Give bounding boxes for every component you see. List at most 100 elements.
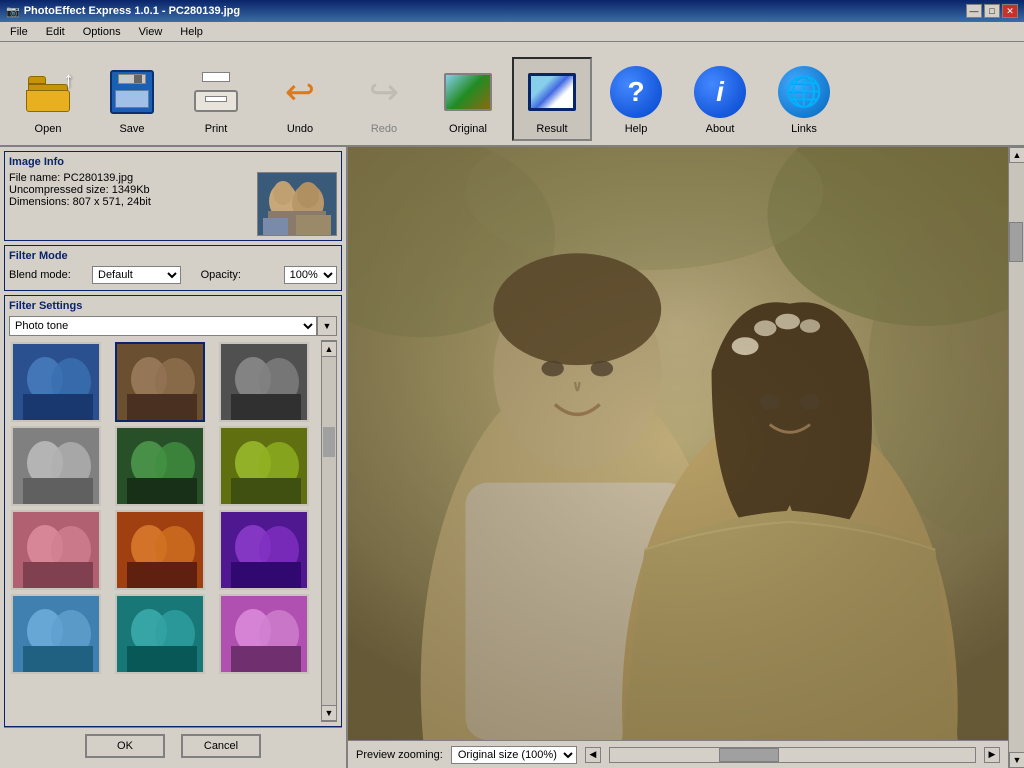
thumbnails-scroll[interactable] (9, 340, 321, 722)
thumb-svg-8 (117, 512, 205, 590)
image-info-content: File name: PC280139.jpg Uncompressed siz… (9, 172, 337, 236)
bottom-buttons: OK Cancel (4, 727, 342, 764)
menubar: File Edit Options View Help (0, 22, 1024, 42)
undo-button[interactable]: ↩ Undo (260, 57, 340, 141)
thumb-svg-6 (221, 428, 309, 506)
thumb-svg-3 (221, 344, 309, 422)
grid-scroll-down[interactable]: ▼ (321, 705, 337, 721)
minimize-button[interactable]: — (966, 4, 982, 18)
left-panel: Image Info File name: PC280139.jpg Uncom… (0, 147, 348, 768)
result-button[interactable]: Result (512, 57, 592, 141)
toolbar: ↑ Open Save Print ↩ Undo (0, 42, 1024, 147)
filter-select-row: Photo tone Color balance Brightness/Cont… (9, 316, 337, 336)
blend-mode-select[interactable]: Default Normal Multiply Screen (92, 266, 181, 284)
image-info-section: Image Info File name: PC280139.jpg Uncom… (4, 151, 342, 241)
thumbnail-10[interactable] (11, 594, 101, 674)
vscroll-up-btn[interactable]: ▲ (1009, 147, 1024, 163)
menu-file[interactable]: File (4, 24, 34, 40)
thumb-svg-9 (221, 512, 309, 590)
thumb-svg-11 (117, 596, 205, 674)
save-button[interactable]: Save (92, 57, 172, 141)
thumb-svg-10 (13, 596, 101, 674)
thumbnails-area: ▲ ▼ (9, 340, 337, 722)
menu-view[interactable]: View (133, 24, 169, 40)
thumbnail-3[interactable] (219, 342, 309, 422)
preview-area: Preview zooming: Original size (100%) 50… (348, 147, 1008, 768)
filter-type-select[interactable]: Photo tone Color balance Brightness/Cont… (9, 316, 317, 336)
window-controls[interactable]: — □ ✕ (966, 4, 1018, 18)
preview-svg (348, 147, 1008, 740)
vscroll-down-btn[interactable]: ▼ (1009, 752, 1024, 768)
redo-button[interactable]: ↪ Redo (344, 57, 424, 141)
thumbnail-5[interactable] (115, 426, 205, 506)
undo-icon: ↩ (271, 63, 329, 121)
close-button[interactable]: ✕ (1002, 4, 1018, 18)
window-title: 📷 PhotoEffect Express 1.0.1 - PC280139.j… (6, 5, 240, 18)
maximize-button[interactable]: □ (984, 4, 1000, 18)
open-button[interactable]: ↑ Open (8, 57, 88, 141)
thumb-svg-1 (13, 344, 101, 422)
thumbnail-9[interactable] (219, 510, 309, 590)
filter-mode-section: Filter Mode Blend mode: Default Normal M… (4, 245, 342, 291)
filter-settings-inner: Photo tone Color balance Brightness/Cont… (9, 316, 337, 722)
filter-settings-title: Filter Settings (9, 300, 337, 312)
grid-scroll-thumb (323, 427, 335, 457)
about-icon: i (691, 63, 749, 121)
thumb-svg-4 (13, 428, 101, 506)
thumbnail-2[interactable] (115, 342, 205, 422)
blend-mode-label: Blend mode: (9, 269, 84, 281)
v-scrollbar-track (1009, 163, 1024, 752)
thumbnail-preview (258, 173, 336, 235)
help-icon: ? (607, 63, 665, 121)
v-scrollbar[interactable]: ▲ ▼ (1008, 147, 1024, 768)
result-icon (523, 63, 581, 121)
cancel-button[interactable]: Cancel (181, 734, 261, 758)
app-icon: 📷 (6, 5, 20, 18)
thumbnail-8[interactable] (115, 510, 205, 590)
print-icon (187, 63, 245, 121)
grid-scrollbar[interactable]: ▲ ▼ (321, 340, 337, 722)
menu-help[interactable]: Help (174, 24, 209, 40)
thumb-svg-2 (117, 344, 205, 422)
dimensions-line: Dimensions: 807 x 571, 24bit (9, 196, 249, 208)
opacity-label: Opacity: (201, 269, 276, 281)
thumb-svg-7 (13, 512, 101, 590)
thumb-svg-12 (221, 596, 309, 674)
menu-options[interactable]: Options (77, 24, 127, 40)
statusbar: Preview zooming: Original size (100%) 50… (348, 740, 1008, 768)
thumbnail-4[interactable] (11, 426, 101, 506)
ok-button[interactable]: OK (85, 734, 165, 758)
scroll-right-btn[interactable]: ▶ (984, 747, 1000, 763)
filter-dropdown-btn[interactable]: ▼ (317, 316, 337, 336)
blend-mode-row: Blend mode: Default Normal Multiply Scre… (9, 266, 337, 284)
grid-scroll-track (322, 357, 336, 705)
opacity-select[interactable]: 100% 75% 50% 25% (284, 266, 337, 284)
thumbnails-grid (9, 340, 321, 676)
thumbnail-1[interactable] (11, 342, 101, 422)
menu-edit[interactable]: Edit (40, 24, 71, 40)
thumbnail-12[interactable] (219, 594, 309, 674)
filter-list-container: Photo tone Color balance Brightness/Cont… (9, 316, 337, 722)
h-scrollbar-thumb (719, 748, 779, 762)
thumbnail-6[interactable] (219, 426, 309, 506)
filter-settings-section: Filter Settings Photo tone Color balance… (4, 295, 342, 727)
grid-scroll-up[interactable]: ▲ (321, 341, 337, 357)
h-scrollbar[interactable] (609, 747, 976, 763)
main-area: Image Info File name: PC280139.jpg Uncom… (0, 147, 1024, 768)
print-button[interactable]: Print (176, 57, 256, 141)
about-button[interactable]: i About (680, 57, 760, 141)
image-preview (348, 147, 1008, 740)
zoom-select[interactable]: Original size (100%) 50% 75% 200% (451, 746, 577, 764)
filename-line: File name: PC280139.jpg (9, 172, 249, 184)
image-thumbnail (257, 172, 337, 236)
original-button[interactable]: Original (428, 57, 508, 141)
titlebar: 📷 PhotoEffect Express 1.0.1 - PC280139.j… (0, 0, 1024, 22)
original-icon (439, 63, 497, 121)
scroll-left-btn[interactable]: ◀ (585, 747, 601, 763)
links-button[interactable]: 🌐 Links (764, 57, 844, 141)
help-button[interactable]: ? Help (596, 57, 676, 141)
thumbnail-11[interactable] (115, 594, 205, 674)
thumbnail-7[interactable] (11, 510, 101, 590)
links-icon: 🌐 (775, 63, 833, 121)
links-circle-icon: 🌐 (778, 66, 830, 118)
